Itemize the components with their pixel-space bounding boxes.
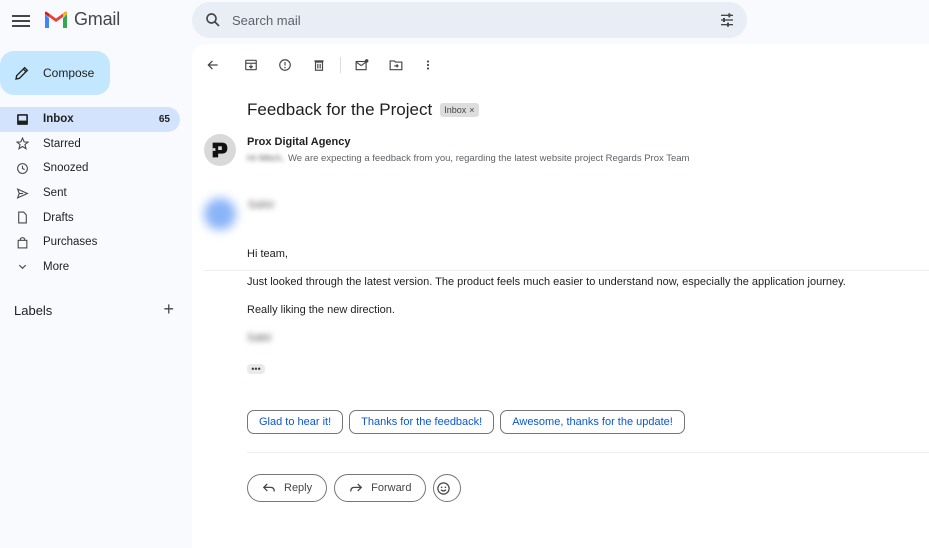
trash-icon[interactable] [310,56,328,74]
reply-sender-name: Sakir [248,199,275,211]
remove-label-icon[interactable]: × [469,105,474,115]
show-trimmed-content-button[interactable]: ••• [247,364,265,374]
search-icon[interactable] [204,11,222,29]
labels-title: Labels [14,302,53,318]
back-arrow-icon[interactable] [204,56,222,74]
body-line: Just looked through the latest version. … [247,276,846,288]
sidebar-item-label: Starred [43,137,81,150]
smart-reply-button[interactable]: Glad to hear it! [247,410,344,434]
toolbar-separator [340,57,341,73]
add-label-icon[interactable]: + [163,300,174,318]
email-subject-row: Feedback for the Project Inbox × [247,100,479,120]
sidebar-item-snoozed[interactable]: Snoozed [0,156,180,181]
clock-icon [14,160,30,176]
labels-section-header: Labels + [14,300,174,320]
emoji-reaction-button[interactable] [433,474,462,502]
message-body: Hi team, Just looked through the latest … [247,248,846,360]
sidebar-item-label: Sent [43,187,67,200]
pencil-icon [15,66,29,80]
snippet-greeting: Hi Mitch, [247,153,284,164]
search-bar [192,2,747,38]
body-greeting: Hi team, [247,248,288,260]
email-view: Feedback for the Project Inbox × Prox Di… [192,44,929,548]
sidebar-item-inbox[interactable]: Inbox 65 [0,107,180,132]
sidebar-item-starred[interactable]: Starred [0,132,180,157]
report-spam-icon[interactable] [276,56,294,74]
smart-reply-button[interactable]: Awesome, thanks for the update! [500,410,685,434]
sidebar-item-more[interactable]: More [0,255,180,280]
sidebar-item-label: Purchases [43,236,98,249]
gmail-logo[interactable]: Gmail [44,9,120,30]
body-line: Really liking the new direction. [247,304,395,316]
reply-label: Reply [284,482,313,494]
sidebar-item-sent[interactable]: Sent [0,181,180,206]
forward-label: Forward [371,482,412,494]
message-snippet: Hi Mitch, We are expecting a feedback fro… [247,153,689,164]
sidebar-nav: Inbox 65 Starred Snoozed Sent Drafts Pur… [0,107,180,279]
archive-icon[interactable] [242,56,260,74]
move-to-folder-icon[interactable] [387,56,405,74]
avatar [204,134,236,166]
gmail-m-icon [45,11,67,28]
send-icon [14,185,30,201]
sidebar-item-label: More [43,260,70,273]
top-bar: Gmail [0,0,929,40]
reply-button[interactable]: Reply [247,474,328,502]
mark-unread-icon[interactable] [353,56,371,74]
star-icon [14,136,30,152]
forward-icon [350,483,363,492]
more-options-icon[interactable] [419,56,437,74]
shopping-bag-icon [14,234,30,250]
search-options-icon[interactable] [719,12,735,28]
compose-button[interactable]: Compose [0,51,110,95]
draft-icon [14,210,30,226]
compose-label: Compose [43,66,95,80]
search-input[interactable] [232,9,692,31]
body-signature: Sakir [247,332,273,344]
smart-replies: Glad to hear it! Thanks for the feedback… [247,410,691,434]
smiley-icon [437,481,450,495]
chevron-down-icon [14,259,30,275]
email-toolbar [204,56,437,74]
sidebar-item-label: Inbox [43,113,74,126]
smart-reply-button[interactable]: Thanks for the feedback! [349,410,495,434]
inbox-icon [14,111,30,127]
sender-name: Prox Digital Agency [247,136,351,148]
sidebar-item-label: Snoozed [43,162,89,175]
email-subject: Feedback for the Project [247,100,433,119]
prox-logo-icon [212,142,228,158]
collapsed-message[interactable]: Prox Digital Agency Hi Mitch, We are expe… [204,134,929,271]
snippet-text: We are expecting a feedback from you, re… [287,153,690,164]
forward-button[interactable]: Forward [334,474,427,502]
main-menu-icon[interactable] [12,12,30,28]
label-chip-text: Inbox [444,105,467,115]
sidebar-item-purchases[interactable]: Purchases [0,230,180,255]
unread-count: 65 [158,113,170,125]
sidebar-item-drafts[interactable]: Drafts [0,205,180,230]
actions-divider [247,452,929,453]
inbox-label-chip: Inbox × [440,103,479,117]
sidebar-item-label: Drafts [43,211,74,224]
app-name: Gmail [74,9,121,29]
avatar [204,198,236,230]
message-actions: Reply Forward [247,474,468,502]
reply-icon [262,483,275,492]
